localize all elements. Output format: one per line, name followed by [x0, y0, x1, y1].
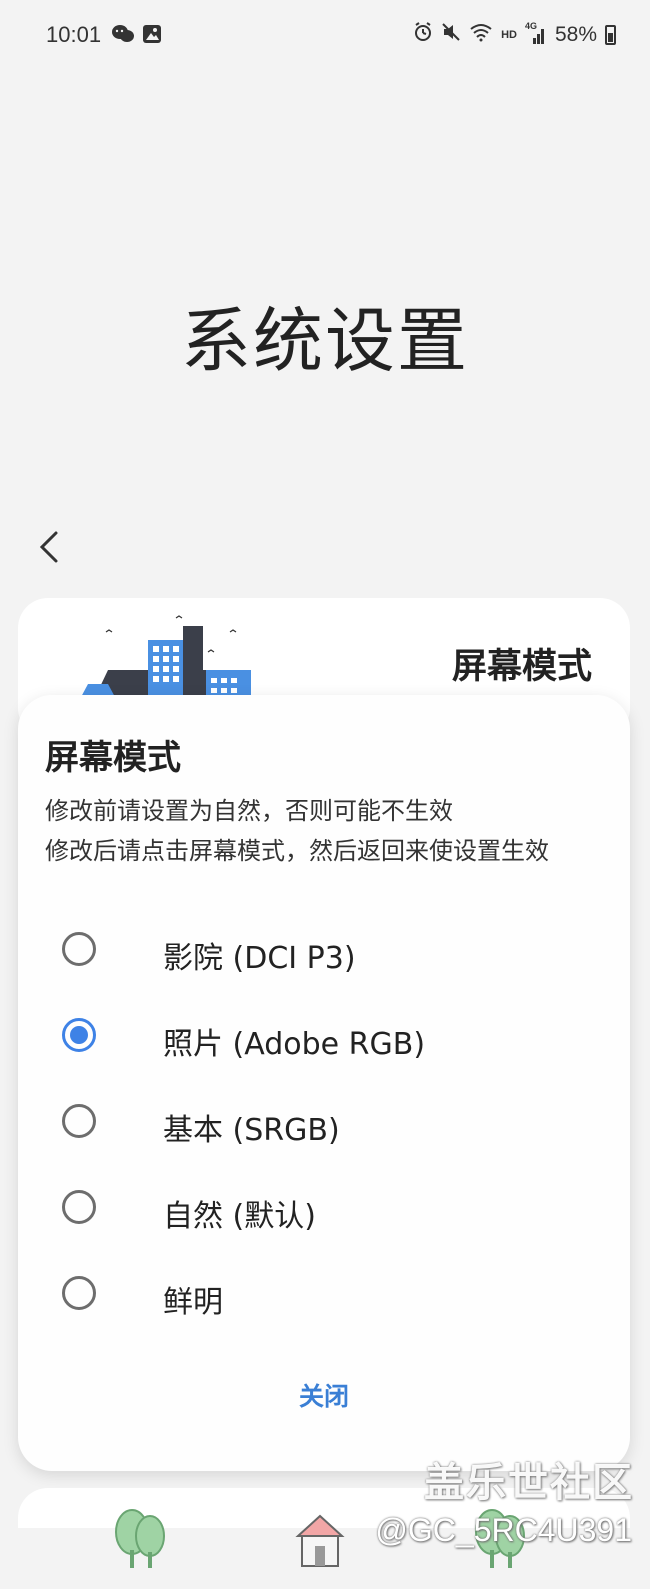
option-label: 自然 (默认)	[163, 1199, 316, 1234]
watermark-user: @GC_5RC4U391	[375, 1512, 632, 1548]
close-button[interactable]: 关闭	[18, 1377, 630, 1413]
gallery-icon	[142, 24, 164, 44]
screen-mode-dialog: 屏幕模式 修改前请设置为自然，否则可能不生效 修改后请点击屏幕模式，然后返回来使…	[18, 695, 630, 1471]
option-natural[interactable]: 自然 (默认)	[18, 1166, 630, 1252]
status-bar: 10:01 HD 4G 58%	[0, 0, 650, 70]
dialog-title: 屏幕模式	[45, 738, 181, 778]
radio-button[interactable]	[62, 1276, 96, 1310]
option-cinema[interactable]: 影院 (DCI P3)	[18, 908, 630, 994]
back-button[interactable]	[32, 525, 72, 569]
radio-button[interactable]	[62, 1104, 96, 1138]
dialog-message: 修改前请设置为自然，否则可能不生效 修改后请点击屏幕模式，然后返回来使设置生效	[45, 791, 595, 871]
radio-button-checked[interactable]	[62, 1018, 96, 1052]
dialog-message-line-1: 修改前请设置为自然，否则可能不生效	[45, 797, 453, 825]
option-label: 鲜明	[163, 1285, 223, 1320]
alarm-icon	[413, 22, 433, 48]
battery-icon	[605, 25, 616, 45]
watermark-site: 盖乐世社区	[424, 1460, 634, 1506]
hd-icon: HD	[501, 29, 517, 41]
wifi-icon	[469, 22, 493, 48]
dialog-message-line-2: 修改后请点击屏幕模式，然后返回来使设置生效	[45, 837, 549, 865]
radio-button[interactable]	[62, 1190, 96, 1224]
home-icon[interactable]	[290, 1502, 350, 1572]
chevron-left-icon	[39, 531, 58, 563]
option-photo[interactable]: 照片 (Adobe RGB)	[18, 994, 630, 1080]
signal-icon: 4G	[525, 21, 547, 45]
status-time: 10:01	[46, 22, 102, 47]
option-label: 影院 (DCI P3)	[163, 941, 356, 976]
radio-button[interactable]	[62, 932, 96, 966]
mute-icon	[441, 22, 461, 48]
option-label: 基本 (SRGB)	[163, 1113, 340, 1148]
battery-percent: 58%	[554, 23, 597, 46]
wechat-icon	[112, 24, 134, 44]
tree-icon[interactable]	[110, 1502, 170, 1572]
option-basic[interactable]: 基本 (SRGB)	[18, 1080, 630, 1166]
card-title: 屏幕模式	[451, 647, 592, 687]
option-label: 照片 (Adobe RGB)	[163, 1027, 426, 1062]
option-vivid[interactable]: 鲜明	[18, 1252, 630, 1338]
page-title: 系统设置	[181, 300, 469, 382]
